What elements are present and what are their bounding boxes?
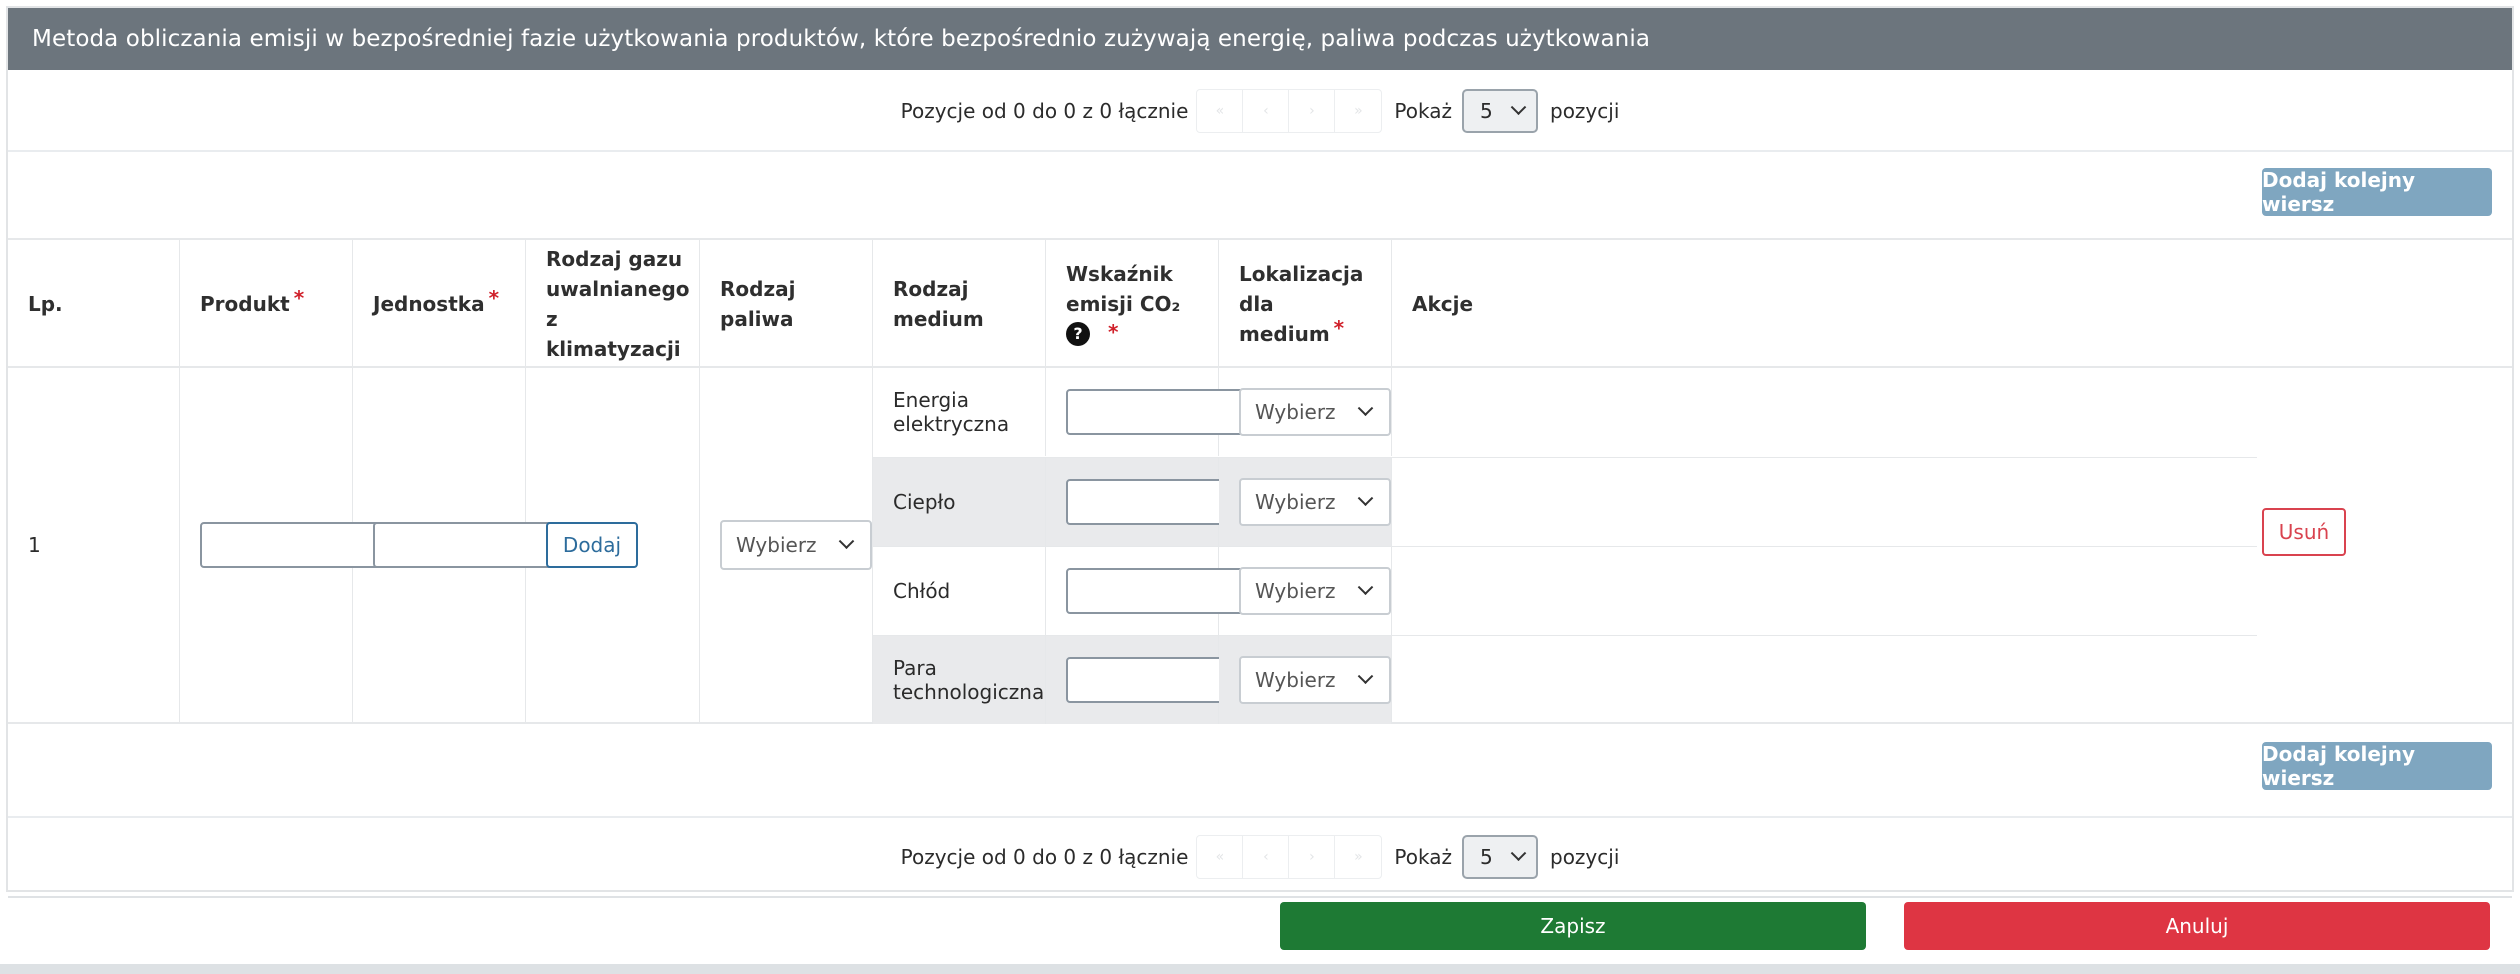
column-header-wskaznik: Wskaźnik emisji CO₂ ? * (1046, 240, 1219, 368)
first-page-button[interactable]: « (1197, 836, 1244, 878)
location-select[interactable]: Wybierz (1239, 567, 1391, 615)
jednostka-cell (353, 368, 554, 722)
location-select-value: Wybierz (1255, 668, 1336, 692)
last-page-button[interactable]: » (1335, 90, 1381, 132)
bottom-scrollbar (0, 964, 2520, 974)
column-header-paliwo: Rodzaj paliwa (700, 240, 873, 368)
location-select[interactable]: Wybierz (1239, 478, 1391, 526)
akcje-cell: Usuń (2262, 508, 2346, 556)
add-row-button-bottom[interactable]: Dodaj kolejny wiersz (2262, 742, 2492, 790)
medium-row: Para technologiczna Wybierz (873, 635, 2257, 724)
medium-row: Ciepło Wybierz (873, 457, 2257, 546)
pager-nav: « ‹ › » (1196, 835, 1383, 879)
medium-name: Para technologiczna (873, 636, 1046, 724)
row-lp: 1 (8, 368, 180, 722)
page-size-label: Pokaż (1394, 99, 1452, 123)
chevron-down-icon (1510, 844, 1527, 861)
medium-row: Energia elektryczna Wybierz (873, 368, 2257, 456)
add-row-button-top[interactable]: Dodaj kolejny wiersz (2262, 168, 2492, 216)
produkt-cell (180, 368, 381, 722)
column-header-gaz: Rodzaj gazu uwalnianego z klimatyzacji (526, 240, 700, 368)
location-cell: Wybierz (1219, 547, 1392, 635)
location-cell: Wybierz (1219, 368, 1392, 456)
location-select[interactable]: Wybierz (1239, 656, 1391, 704)
page-size-label: Pokaż (1394, 845, 1452, 869)
required-mark: * (488, 286, 500, 310)
page-size-suffix: pozycji (1550, 99, 1620, 123)
pager-nav: « ‹ › » (1196, 89, 1383, 133)
pager-info: Pozycje od 0 do 0 z 0 łącznie (900, 845, 1189, 869)
cancel-button[interactable]: Anuluj (1904, 902, 2490, 950)
chevron-down-icon (1357, 667, 1374, 684)
location-cell: Wybierz (1219, 636, 1392, 724)
pager-bottom: Pozycje od 0 do 0 z 0 łącznie « ‹ › » Po… (8, 816, 2512, 898)
next-page-button[interactable]: › (1289, 836, 1336, 878)
required-mark: * (293, 286, 305, 310)
emission-method-panel: Metoda obliczania emisji w bezpośredniej… (6, 6, 2514, 898)
first-page-button[interactable]: « (1197, 90, 1244, 132)
column-header-lokalizacja: Lokalizacja dla medium * (1219, 240, 1392, 368)
emission-factor-cell (1046, 368, 1247, 456)
emission-factor-cell (1046, 636, 1247, 724)
page-size-value: 5 (1480, 845, 1493, 869)
emission-factor-cell (1046, 547, 1247, 635)
prev-page-button[interactable]: ‹ (1243, 90, 1290, 132)
chevron-down-icon (838, 532, 855, 549)
location-cell: Wybierz (1219, 458, 1392, 546)
page-size-select[interactable]: 5 (1462, 835, 1538, 879)
last-page-button[interactable]: » (1335, 836, 1381, 878)
fuel-select[interactable]: Wybierz (720, 520, 872, 570)
gaz-cell: Dodaj (526, 368, 700, 722)
page-size-value: 5 (1480, 99, 1493, 123)
column-header-akcje: Akcje (1412, 292, 1474, 316)
add-gas-button[interactable]: Dodaj (546, 522, 638, 568)
chevron-down-icon (1510, 98, 1527, 115)
save-button[interactable]: Zapisz (1280, 902, 1866, 950)
emission-factor-cell (1046, 458, 1247, 546)
medium-name: Chłód (873, 547, 1046, 635)
location-select-value: Wybierz (1255, 490, 1336, 514)
panel-title: Metoda obliczania emisji w bezpośredniej… (8, 8, 2512, 70)
column-header-lp: Lp. (8, 240, 180, 368)
prev-page-button[interactable]: ‹ (1243, 836, 1290, 878)
medium-name: Energia elektryczna (873, 368, 1046, 456)
column-header-jednostka: Jednostka * (353, 240, 526, 368)
medium-row: Chłód Wybierz (873, 546, 2257, 635)
column-header-medium: Rodzaj medium (873, 240, 1046, 368)
paliwo-cell: Wybierz (700, 368, 873, 722)
location-select-value: Wybierz (1255, 579, 1336, 603)
required-mark: * (1108, 320, 1119, 344)
pager-top: Pozycje od 0 do 0 z 0 łącznie « ‹ › » Po… (8, 72, 2512, 152)
next-page-button[interactable]: › (1289, 90, 1336, 132)
chevron-down-icon (1357, 578, 1374, 595)
location-select[interactable]: Wybierz (1239, 388, 1391, 436)
page-size-select[interactable]: 5 (1462, 89, 1538, 133)
fuel-select-value: Wybierz (736, 533, 817, 557)
location-select-value: Wybierz (1255, 400, 1336, 424)
page-size-suffix: pozycji (1550, 845, 1620, 869)
required-mark: * (1333, 316, 1345, 340)
table-header: Lp. Produkt * Jednostka * Rodzaj gazu uwal… (8, 238, 2512, 368)
chevron-down-icon (1357, 489, 1374, 506)
delete-row-button[interactable]: Usuń (2262, 508, 2346, 556)
pager-info: Pozycje od 0 do 0 z 0 łącznie (900, 99, 1189, 123)
medium-name: Ciepło (873, 458, 1046, 546)
column-header-produkt: Produkt * (180, 240, 353, 368)
help-icon[interactable]: ? (1066, 322, 1090, 346)
chevron-down-icon (1357, 399, 1374, 416)
